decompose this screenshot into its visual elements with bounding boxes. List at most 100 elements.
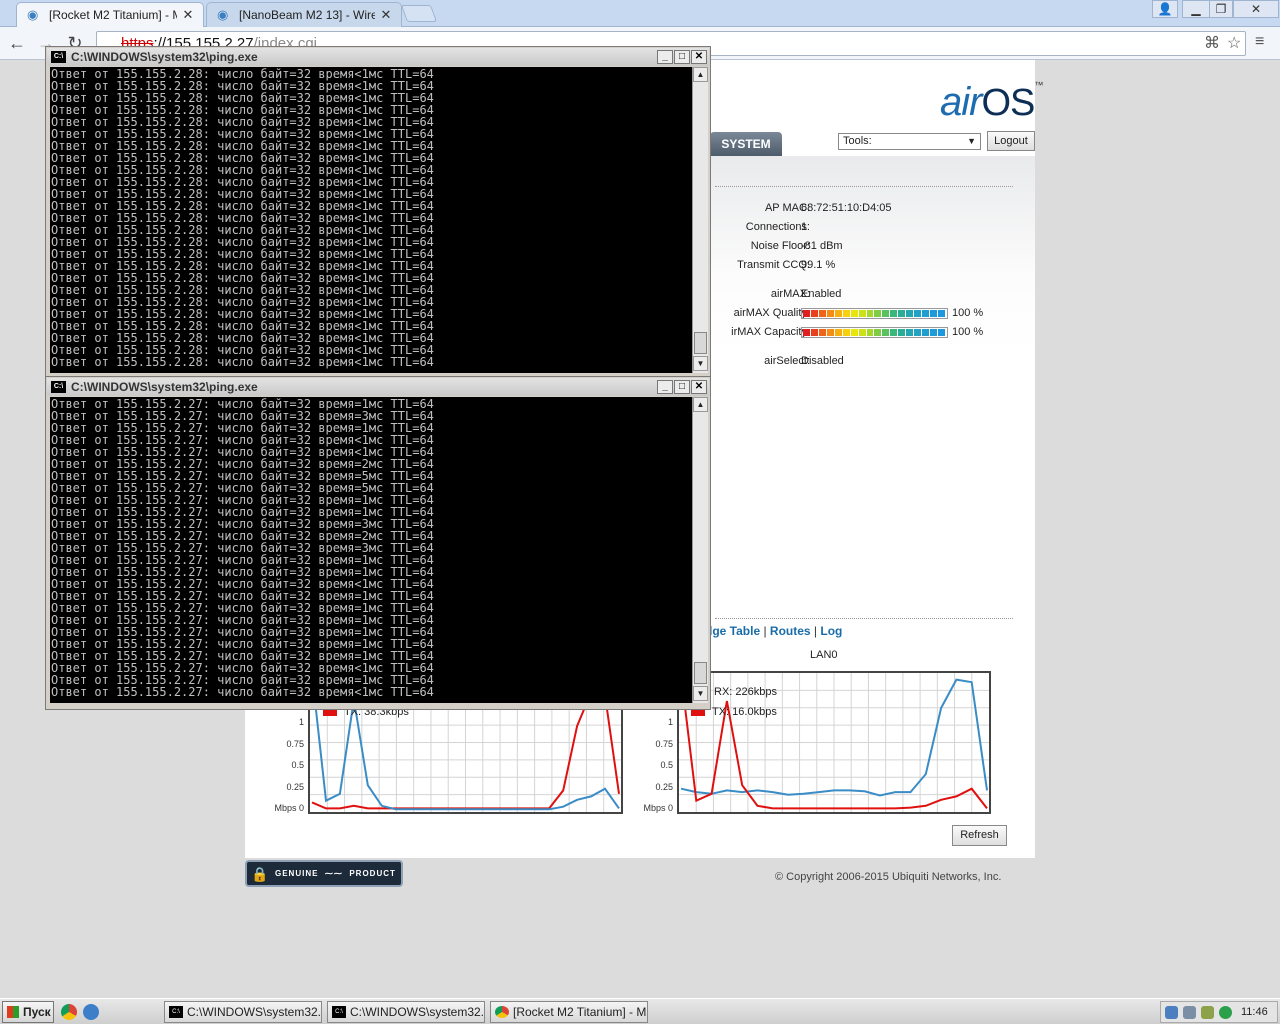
genuine-product-badge: 🔒 GENUINE ⁓⁓ PRODUCT [245,860,403,887]
console-icon: C:\ [169,1006,183,1018]
meter-segment [890,329,898,336]
ping-window-titlebar[interactable]: C:\ C:\WINDOWS\system32\ping.exe _ □ ✕ [47,48,709,66]
meter-segment [906,310,914,317]
divider [715,618,1013,619]
console-icon: C:\ [51,51,66,63]
tools-select[interactable]: Tools: ▼ [838,133,981,150]
close-icon[interactable]: ✕ [691,380,707,394]
tab-close-icon[interactable]: ✕ [379,7,393,23]
link-log[interactable]: Log [820,624,842,638]
refresh-button[interactable]: Refresh [952,825,1007,846]
taskbar-item-cmd-2[interactable]: C:\ C:\WINDOWS\system32... [327,1001,485,1023]
browser-tab-nanobeam[interactable]: ◉ [NanoBeam M2 13] - Wireless ✕ [206,2,402,27]
meter-segment [834,310,842,317]
taskbar-item-chrome[interactable]: [Rocket M2 Titanium] - M... [490,1001,648,1023]
meter-segment [874,310,882,317]
meter-segment [882,310,890,317]
logout-button[interactable]: Logout [987,131,1035,151]
chrome-icon [495,1006,509,1018]
info-airselect: airSelect: Disabled [764,355,844,367]
system-tray: 11:46 [1160,1001,1278,1023]
network-tray-icon[interactable] [1165,1006,1178,1019]
ping-window-28[interactable]: C:\ C:\WINDOWS\system32\ping.exe _ □ ✕ О… [45,46,711,380]
meter-segment [834,329,842,336]
scroll-thumb[interactable] [694,662,707,684]
browser-tab-rocket[interactable]: ◉ [Rocket M2 Titanium] - Main ✕ [16,2,204,27]
console-scrollbar[interactable]: ▲ ▼ [692,67,708,373]
meter-segment [890,310,898,317]
y-tick-label: 0.75 [655,738,673,749]
close-icon[interactable]: ✕ [691,50,707,64]
meter-segment [898,310,906,317]
restore-icon[interactable]: ❐ [1209,0,1233,18]
ping-window-27[interactable]: C:\ C:\WINDOWS\system32\ping.exe _ □ ✕ О… [45,376,711,710]
scroll-up-icon[interactable]: ▲ [693,67,708,82]
security-tray-icon[interactable] [1201,1006,1214,1019]
meter-segment [914,310,922,317]
ping-window-titlebar[interactable]: C:\ C:\WINDOWS\system32\ping.exe _ □ ✕ [47,378,709,396]
y-tick-label: 0.25 [286,781,304,792]
y-tick-label: 0.5 [660,760,673,771]
meter-segment [906,329,914,336]
chrome-quicklaunch-icon[interactable] [61,1004,77,1020]
meter-segment [858,310,866,317]
console-output[interactable]: Ответ от 155.155.2.27: число байт=32 вре… [50,397,692,703]
tab-close-icon[interactable]: ✕ [181,7,195,23]
dropdown-arrow-icon: ▼ [967,136,976,146]
meter-segment [937,310,945,317]
meter-segment [810,310,818,317]
bookmark-star-icon[interactable]: ☆ [1227,33,1241,53]
status-tray-icon[interactable] [1219,1006,1232,1019]
console-line: Ответ от 155.155.2.27: число байт=32 вре… [51,685,434,699]
console-icon: C:\ [51,381,66,393]
tab-title: [NanoBeam M2 13] - Wireless [239,8,375,22]
settings-tray-icon[interactable] [1183,1006,1196,1019]
monitor-links: dge Table | Routes | Log [705,624,843,638]
scroll-thumb[interactable] [694,332,707,354]
maximize-icon[interactable]: □ [674,380,690,394]
info-connections: Connections: 1 [745,221,810,233]
meter-segment [898,329,906,336]
meter-segment [930,329,937,336]
meter-segment [930,310,937,317]
info-airmax: airMAX: Enabled [770,288,842,300]
link-routes[interactable]: Routes [770,624,811,638]
app-quicklaunch-icon[interactable] [83,1004,99,1020]
taskbar: Пуск C:\ C:\WINDOWS\system32... C:\ C:\WIN… [0,998,1280,1024]
translate-icon[interactable]: ⌘ [1204,33,1220,53]
minimize-icon[interactable]: _ [657,50,673,64]
close-icon[interactable]: ✕ [1233,0,1279,18]
meter-segment [803,329,810,336]
back-icon[interactable]: ← [5,31,29,55]
meter-segment [937,329,945,336]
meter-segment [842,329,850,336]
info-airmax-quality: airMAX Quality: 100 % [733,307,984,319]
meter-segment [866,329,874,336]
meter-segment [922,329,929,336]
ping-window-title: C:\WINDOWS\system32\ping.exe [71,50,258,64]
minimize-icon[interactable]: _ [657,380,673,394]
info-ap-mac: AP MAC: 68:72:51:10:D4:05 [764,202,892,214]
scroll-down-icon[interactable]: ▼ [693,356,708,371]
meter-segment [826,329,834,336]
console-output[interactable]: Ответ от 155.155.2.28: число байт=32 вре… [50,67,692,373]
y-tick-label: 0.5 [291,760,304,771]
console-scrollbar[interactable]: ▲ ▼ [692,397,708,703]
meter-segment [826,310,834,317]
airos-favicon-icon: ◉ [217,7,229,22]
info-airmax-capacity: irMAX Capacity: 100 % [731,326,984,338]
link-bridge-table[interactable]: dge Table [705,624,760,638]
new-tab-button[interactable] [400,5,438,22]
menu-icon[interactable]: ≡ [1255,33,1264,51]
start-button[interactable]: Пуск [2,1001,54,1023]
maximize-icon[interactable]: □ [674,50,690,64]
console-line: Ответ от 155.155.2.28: число байт=32 вре… [51,355,434,369]
user-icon[interactable]: 👤 [1152,0,1178,18]
taskbar-item-cmd-1[interactable]: C:\ C:\WINDOWS\system32... [164,1001,322,1023]
tab-system[interactable]: SYSTEM [710,132,782,156]
scroll-up-icon[interactable]: ▲ [693,397,708,412]
meter-segment [914,329,922,336]
scroll-down-icon[interactable]: ▼ [693,686,708,701]
minimize-icon[interactable]: ▁ [1182,0,1210,18]
info-transmit-ccq: Transmit CCQ: 99.1 % [737,259,836,271]
